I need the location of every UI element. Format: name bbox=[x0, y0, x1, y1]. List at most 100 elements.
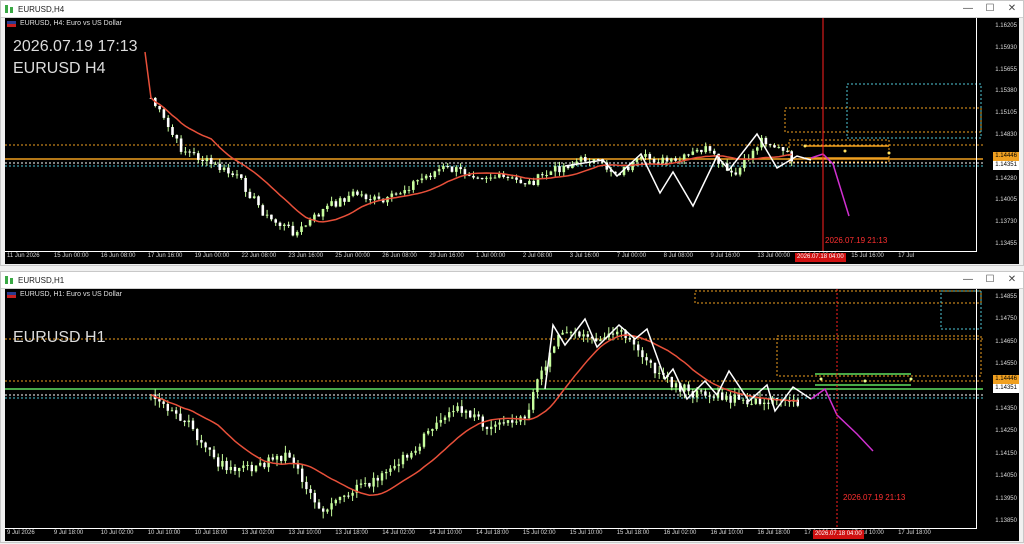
zone-box bbox=[776, 335, 982, 377]
time-axis[interactable]: 17 Jul 18:0017 Jul 10:0017 Jul 02:0016 J… bbox=[5, 528, 977, 541]
marker-dot bbox=[863, 379, 867, 383]
marker-dot bbox=[843, 149, 847, 153]
candle-body bbox=[317, 214, 320, 217]
candle-body bbox=[351, 492, 354, 496]
zigzag-line bbox=[544, 317, 812, 413]
candle-body bbox=[263, 462, 266, 468]
candle-body bbox=[369, 199, 372, 201]
candle-body bbox=[322, 508, 325, 512]
time-tick-label: 25 Jun 00:00 bbox=[335, 253, 370, 259]
close-button[interactable]: ✕ bbox=[1001, 272, 1023, 288]
candle-body bbox=[670, 158, 673, 162]
candle-body bbox=[418, 446, 421, 451]
price-axis[interactable]: 1.134551.137301.140051.142801.145551.148… bbox=[976, 18, 1019, 252]
candle-body bbox=[549, 171, 553, 176]
candle-body bbox=[644, 153, 647, 157]
candle-body bbox=[764, 137, 768, 145]
candle-body bbox=[708, 146, 712, 151]
minimize-button[interactable]: — bbox=[957, 1, 979, 17]
candle-body bbox=[197, 153, 200, 160]
candle-body bbox=[214, 163, 217, 165]
window-titlebar-h1[interactable]: EURUSD,H1 — ☐ ✕ bbox=[1, 272, 1023, 289]
time-tick-label: 15 Jul 10:00 bbox=[569, 530, 603, 536]
candle-body bbox=[763, 402, 766, 405]
candle-body bbox=[162, 401, 165, 404]
candle-body bbox=[773, 145, 776, 148]
candle-body bbox=[308, 219, 312, 226]
candle-body bbox=[300, 226, 303, 233]
candle-body bbox=[191, 420, 195, 430]
overlay-symbol: EURUSD H4 bbox=[13, 60, 106, 77]
candle-body bbox=[532, 180, 535, 185]
candle-body bbox=[158, 399, 161, 402]
candle-body bbox=[422, 433, 426, 447]
vline-label: 2026.07.19 21:13 bbox=[825, 236, 888, 245]
candle-body bbox=[494, 424, 497, 427]
maximize-button[interactable]: ☐ bbox=[979, 272, 1001, 288]
time-tick-label: 10 Jul 10:00 bbox=[147, 530, 181, 536]
candle-body bbox=[407, 189, 411, 191]
price-tick-label: 1.14005 bbox=[995, 197, 1017, 204]
candle-body bbox=[578, 331, 581, 337]
plot-area[interactable]: EURUSD, H4: Euro vs US Dollar 2026.07.19… bbox=[5, 18, 983, 252]
candle-body bbox=[385, 471, 388, 474]
time-axis[interactable]: 17 Jul15 Jul 16:0014 Jul 08:0013 Jul 00:… bbox=[5, 251, 977, 264]
window-titlebar-h4[interactable]: EURUSD,H4 — ☐ ✕ bbox=[1, 1, 1023, 18]
candle-body bbox=[541, 174, 544, 176]
candle-body bbox=[674, 158, 677, 161]
candle-body bbox=[166, 403, 169, 411]
candle-body bbox=[321, 209, 325, 217]
candle-body bbox=[364, 194, 368, 200]
time-tick-label: 15 Jul 18:00 bbox=[616, 530, 650, 536]
time-tick-label: 13 Jul 02:00 bbox=[241, 530, 275, 536]
candle-body bbox=[304, 225, 308, 227]
candle-body bbox=[700, 149, 703, 153]
chart-window-h1[interactable]: EURUSD,H1 — ☐ ✕ EURUSD, H1: Euro vs US D… bbox=[0, 271, 1024, 543]
marker-dot bbox=[909, 377, 913, 381]
time-tick-label: 14 Jul 02:00 bbox=[382, 530, 415, 536]
price-badge-white: 1.14351 bbox=[993, 384, 1019, 393]
candle-body bbox=[645, 357, 648, 361]
close-button[interactable]: ✕ bbox=[1001, 1, 1023, 17]
candle-body bbox=[450, 166, 454, 172]
candle-body bbox=[477, 414, 480, 417]
candle-body bbox=[200, 440, 203, 443]
candle-body bbox=[343, 198, 346, 202]
candle-body bbox=[459, 167, 462, 170]
minimize-button[interactable]: — bbox=[957, 272, 979, 288]
candle-body bbox=[523, 416, 526, 419]
candle-body bbox=[309, 489, 312, 493]
flag-icon bbox=[7, 291, 16, 298]
price-axis[interactable]: 1.13850 1.13950 1.14050 1.14150 1.14250 1.143… bbox=[976, 289, 1019, 529]
candle-body bbox=[414, 450, 417, 453]
candle-body bbox=[377, 196, 381, 199]
plot-area[interactable]: EURUSD, H1: Euro vs US Dollar EURUSD H1 … bbox=[5, 289, 983, 529]
candle-body bbox=[743, 158, 746, 169]
time-tick-label: 10 Jul 02:00 bbox=[100, 530, 134, 536]
time-tick-label: 15 Jul 02:00 bbox=[522, 530, 556, 536]
candle-body bbox=[704, 146, 707, 153]
candle-body bbox=[227, 167, 230, 174]
candle-body bbox=[596, 159, 600, 161]
candle-body bbox=[184, 151, 187, 153]
candle-body bbox=[248, 191, 252, 199]
time-tick-label: 19 Jun 00:00 bbox=[194, 253, 230, 259]
candle-body bbox=[704, 391, 707, 396]
time-badge-red: 2026.07.18 04:00 bbox=[813, 530, 864, 539]
candle-body bbox=[528, 180, 531, 185]
candle-body bbox=[553, 346, 556, 353]
candle-body bbox=[175, 134, 179, 139]
chart-canvas-h4[interactable]: EURUSD, H4: Euro vs US Dollar 2026.07.19… bbox=[5, 18, 1019, 264]
symbol-label: EURUSD, H4: Euro vs US Dollar bbox=[7, 20, 122, 27]
chart-window-h4[interactable]: EURUSD,H4 — ☐ ✕ EURUSD, H4: Euro vs US D… bbox=[0, 0, 1024, 266]
candle-body bbox=[162, 109, 166, 118]
candle-body bbox=[265, 214, 269, 216]
candle-body bbox=[700, 390, 703, 392]
chart-canvas-h1[interactable]: EURUSD, H1: Euro vs US Dollar EURUSD H1 … bbox=[5, 289, 1019, 541]
candle-body bbox=[620, 330, 623, 332]
maximize-button[interactable]: ☐ bbox=[979, 1, 1001, 17]
candle-body bbox=[456, 406, 459, 411]
price-tick-label: 1.15380 bbox=[995, 88, 1017, 95]
candle-body bbox=[317, 502, 321, 509]
candle-body bbox=[394, 193, 398, 195]
